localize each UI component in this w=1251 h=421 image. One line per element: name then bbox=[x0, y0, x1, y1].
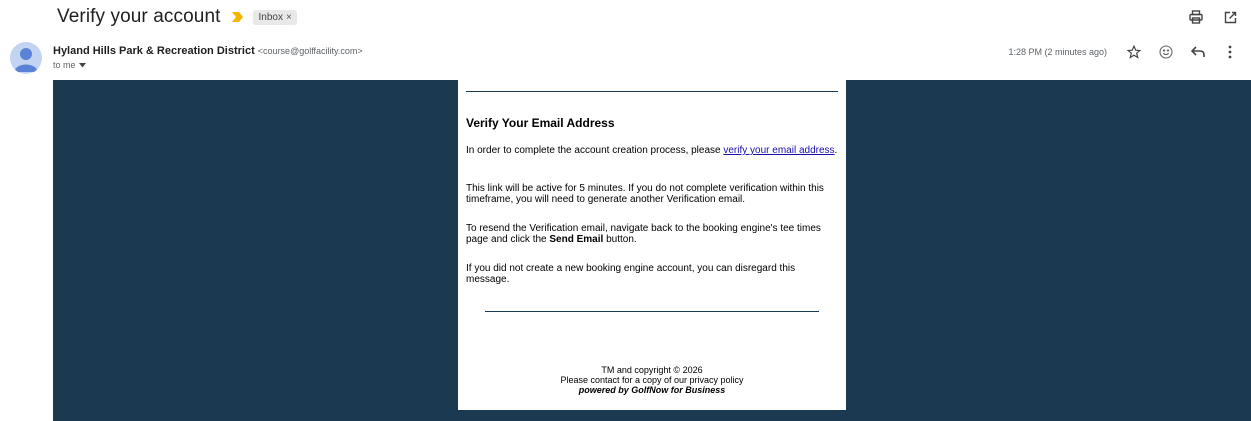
email-subject: Verify your account bbox=[57, 6, 221, 27]
print-icon[interactable] bbox=[1187, 8, 1205, 26]
paragraph-link-expiry: This link will be active for 5 minutes. … bbox=[466, 183, 824, 205]
message-actions: 1:28 PM (2 minutes ago) bbox=[1008, 44, 1239, 60]
footer-copyright: TM and copyright © 2026 bbox=[601, 365, 703, 375]
label-chip-inbox[interactable]: Inbox × bbox=[253, 9, 297, 25]
label-chip-remove-icon[interactable]: × bbox=[286, 12, 292, 23]
sender-name[interactable]: Hyland Hills Park & Recreation District bbox=[53, 45, 255, 57]
message-timestamp: 1:28 PM (2 minutes ago) bbox=[1008, 47, 1107, 57]
email-heading: Verify Your Email Address bbox=[466, 116, 615, 130]
bottom-divider bbox=[485, 311, 819, 312]
footer-privacy: Please contact for a copy of our privacy… bbox=[560, 375, 744, 385]
email-content-card: Verify Your Email Address In order to co… bbox=[458, 80, 846, 410]
sender-email: <course@golffacility.com> bbox=[257, 46, 363, 56]
top-right-actions bbox=[1187, 8, 1239, 26]
star-icon[interactable] bbox=[1125, 43, 1143, 61]
open-in-new-window-icon[interactable] bbox=[1221, 8, 1239, 26]
verify-email-link[interactable]: verify your email address bbox=[723, 145, 834, 156]
footer-powered-by: powered by GolfNow for Business bbox=[578, 385, 726, 395]
paragraph-disregard: If you did not create a new booking engi… bbox=[466, 263, 796, 285]
top-divider bbox=[466, 91, 838, 92]
email-footer: TM and copyright © 2026 Please contact f… bbox=[458, 365, 846, 395]
subject-row: Verify your account Inbox × bbox=[57, 4, 297, 30]
reply-icon[interactable] bbox=[1189, 43, 1207, 61]
paragraph-resend: To resend the Verification email, naviga… bbox=[466, 223, 821, 245]
more-vert-icon[interactable] bbox=[1221, 43, 1239, 61]
label-chip-text: Inbox bbox=[258, 11, 283, 23]
recipient-text: to me bbox=[53, 60, 76, 70]
recipient-details-toggle[interactable]: to me bbox=[53, 60, 363, 70]
send-email-bold: Send Email bbox=[549, 234, 604, 245]
sender-block: Hyland Hills Park & Recreation District … bbox=[53, 44, 363, 70]
chevron-down-icon bbox=[78, 62, 86, 67]
sender-avatar[interactable] bbox=[10, 42, 42, 74]
importance-marker-icon[interactable] bbox=[232, 12, 244, 22]
paragraph-verify: In order to complete the account creatio… bbox=[466, 145, 838, 156]
emoji-reaction-icon[interactable] bbox=[1157, 43, 1175, 61]
